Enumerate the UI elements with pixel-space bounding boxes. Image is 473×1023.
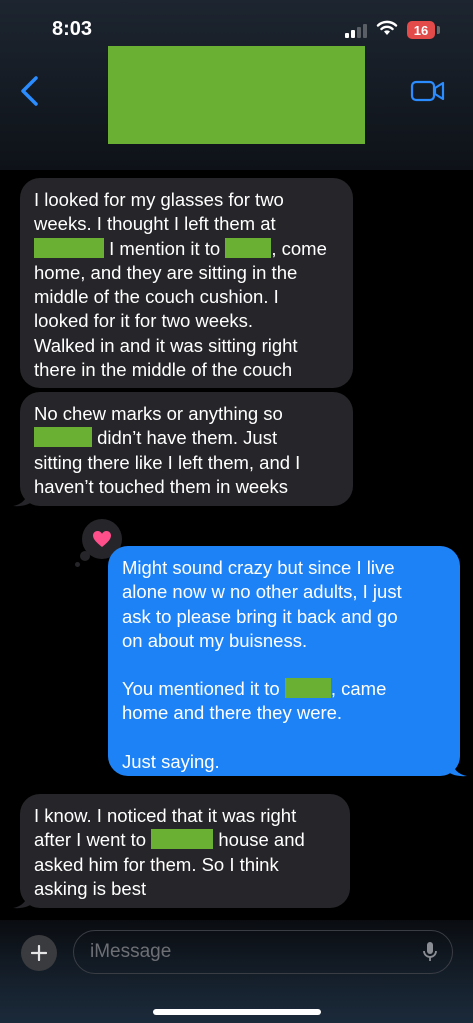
message-line: there in the middle of the couch bbox=[34, 359, 293, 381]
apps-plus-button[interactable] bbox=[21, 935, 57, 971]
message-line: home and there they were. bbox=[122, 702, 343, 724]
message-line: You mentioned it to , came bbox=[122, 677, 446, 701]
message-line: home, and they are sitting in the bbox=[34, 261, 298, 283]
message-text: I mention it to bbox=[109, 237, 221, 259]
back-button[interactable] bbox=[16, 74, 44, 108]
message-line: No chew marks or anything so bbox=[34, 403, 283, 424]
facetime-video-button[interactable] bbox=[410, 78, 446, 104]
message-line: haven’t touched them in weeks bbox=[34, 475, 289, 497]
cellular-signal-icon bbox=[345, 24, 369, 38]
heart-icon bbox=[93, 531, 111, 547]
message-line: I looked for my glasses for two bbox=[34, 189, 284, 210]
bubble-tail bbox=[445, 759, 467, 777]
battery-icon: 16 bbox=[407, 21, 435, 39]
message-thread: I looked for my glasses for two weeks. I… bbox=[0, 170, 473, 920]
message-line: weeks. I thought I left them at bbox=[34, 213, 276, 235]
message-line: asking is best bbox=[34, 877, 147, 899]
message-line: looked for it for two weeks. bbox=[34, 310, 254, 332]
message-line: didn’t have them. Just bbox=[34, 426, 339, 450]
message-text: after I went to bbox=[34, 829, 147, 851]
redacted-name bbox=[151, 829, 214, 850]
message-line: after I went to house and bbox=[34, 828, 336, 852]
message-line: Just saying. bbox=[122, 750, 220, 772]
bubble-tail bbox=[13, 891, 35, 909]
tapback-dot bbox=[75, 562, 80, 567]
contact-name-redacted[interactable] bbox=[108, 46, 365, 144]
message-composer: iMessage bbox=[0, 920, 473, 1023]
message-line: alone now w no other adults, I just bbox=[122, 581, 402, 603]
redacted-name bbox=[34, 427, 92, 448]
message-text: , come bbox=[271, 237, 327, 259]
message-text: house and bbox=[218, 829, 305, 851]
incoming-message-bubble[interactable]: No chew marks or anything so didn’t have… bbox=[13, 392, 353, 507]
message-line: middle of the couch cushion. I bbox=[34, 286, 279, 308]
message-line: sitting there like I left them, and I bbox=[34, 451, 301, 473]
message-line: Might sound crazy but since I live bbox=[122, 557, 395, 578]
incoming-message-bubble[interactable]: I know. I noticed that it was right afte… bbox=[13, 794, 350, 909]
message-line: ask to please bring it back and go bbox=[122, 605, 398, 627]
imessage-input[interactable]: iMessage bbox=[73, 930, 453, 974]
outgoing-message-bubble[interactable]: Might sound crazy but since I live alone… bbox=[108, 546, 467, 777]
status-time: 8:03 bbox=[52, 18, 93, 40]
message-line: I know. I noticed that it was right bbox=[34, 805, 297, 826]
incoming-message-bubble[interactable]: I looked for my glasses for two weeks. I… bbox=[20, 178, 353, 388]
message-line: asked him for them. So I think bbox=[34, 853, 279, 875]
message-line: I mention it to , come bbox=[34, 237, 339, 261]
message-text: , came bbox=[330, 678, 387, 700]
battery-cap bbox=[437, 26, 440, 34]
message-text: didn’t have them. Just bbox=[97, 427, 278, 449]
message-text: You mentioned it to bbox=[122, 678, 280, 700]
bubble-tail bbox=[13, 489, 35, 507]
input-placeholder: iMessage bbox=[90, 941, 172, 962]
home-indicator bbox=[153, 1009, 321, 1015]
conversation-header: 8:03 16 bbox=[0, 0, 473, 170]
redacted-name bbox=[34, 237, 104, 258]
message-line: on about my buisness. bbox=[122, 629, 308, 651]
message-line: Walked in and it was sitting right bbox=[34, 334, 298, 356]
microphone-icon[interactable] bbox=[422, 941, 438, 963]
redacted-name bbox=[225, 237, 272, 258]
plus-icon bbox=[31, 945, 47, 961]
wifi-icon bbox=[376, 20, 398, 35]
redacted-name bbox=[284, 678, 331, 699]
